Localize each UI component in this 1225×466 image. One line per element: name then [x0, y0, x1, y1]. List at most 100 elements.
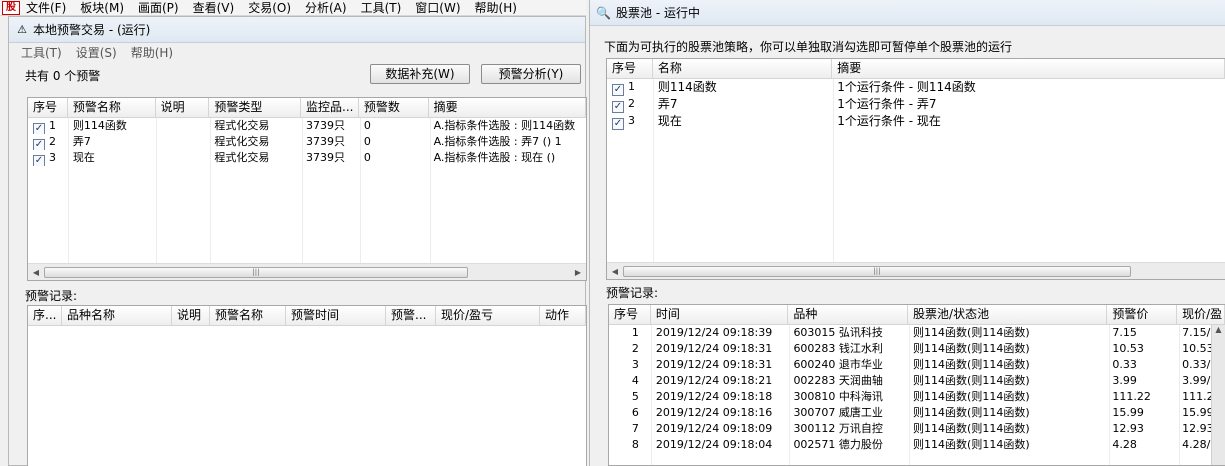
records-vertical-scrollbar[interactable]: ▲ — [1211, 325, 1225, 465]
alerts-horizontal-scrollbar[interactable]: ◀ ||| ▶ — [28, 263, 586, 280]
table-row[interactable]: 5 2019/12/24 09:18:18 300810 中科海讯 则114函数… — [609, 389, 1225, 405]
col-monitor[interactable]: 监控品... — [301, 98, 359, 117]
row-no: 2 — [49, 135, 56, 148]
arrow-left-icon[interactable]: ◀ — [28, 268, 44, 277]
checkbox-checked-icon[interactable]: ✓ — [33, 139, 45, 150]
alerts-table-header: 序号 预警名称 说明 预警类型 监控品... 预警数 摘要 — [28, 98, 586, 118]
arrow-up-icon[interactable]: ▲ — [1212, 325, 1225, 334]
app-logo-icon: 股 — [2, 0, 20, 15]
col-time[interactable]: 时间 — [651, 305, 789, 324]
table-row[interactable]: ✓ 3 现在 程式化交易 3739只 0 A.指标条件选股 : 现在 () — [28, 150, 586, 166]
menu-left-settings[interactable]: 设置(S) — [76, 44, 117, 61]
menu-sector[interactable]: 板块(M) — [80, 0, 124, 16]
table-row[interactable]: ✓ 1 则114函数 1个运行条件 - 则114函数 — [607, 79, 1225, 96]
col-alert-count[interactable]: 预警数 — [359, 98, 429, 117]
pool-horizontal-scrollbar[interactable]: ◀ ||| — [607, 262, 1225, 279]
alert-summary-bar: 共有 0 个预警 数据补充(W) 预警分析(Y) — [9, 61, 585, 87]
col-current-pnl[interactable]: 现价/盈 — [1177, 305, 1225, 324]
table-row[interactable]: ✓ 2 弄7 程式化交易 3739只 0 A.指标条件选股 : 弄7 () 1 — [28, 134, 586, 150]
row-time: 2019/12/24 09:18:18 — [655, 390, 773, 403]
row-no: 1 — [628, 80, 635, 93]
col-stock-name[interactable]: 品种名称 — [62, 306, 172, 325]
col-no[interactable]: 序... — [28, 306, 62, 325]
row-summary: A.指标条件选股 : 则114函数 — [433, 119, 576, 132]
menu-analysis[interactable]: 分析(A) — [305, 0, 347, 16]
col-summary[interactable]: 摘要 — [429, 98, 586, 117]
col-pool-status[interactable]: 股票池/状态池 — [908, 305, 1108, 324]
menu-help[interactable]: 帮助(H) — [475, 0, 517, 16]
row-stock: 300707 威唐工业 — [793, 406, 883, 419]
row-time: 2019/12/24 09:18:31 — [655, 358, 773, 371]
row-price: 3.99 — [1112, 374, 1137, 387]
col-name[interactable]: 名称 — [653, 59, 833, 78]
checkbox-checked-icon[interactable]: ✓ — [612, 101, 624, 113]
col-alert-name[interactable]: 预警名称 — [68, 98, 156, 117]
row-type: 程式化交易 — [214, 151, 270, 164]
alert-analysis-button[interactable]: 预警分析(Y) — [481, 64, 581, 84]
row-no: 7 — [631, 422, 639, 435]
col-stock[interactable]: 品种 — [788, 305, 909, 324]
menu-trade[interactable]: 交易(O) — [248, 0, 291, 16]
col-no[interactable]: 序号 — [28, 98, 68, 117]
menu-screen[interactable]: 画面(P) — [138, 0, 179, 16]
checkbox-checked-icon[interactable]: ✓ — [612, 118, 624, 130]
menu-window[interactable]: 窗口(W) — [415, 0, 460, 16]
col-alert-time[interactable]: 预警时间 — [286, 306, 386, 325]
col-alert-more[interactable]: 预警... — [386, 306, 436, 325]
left-window-titlebar[interactable]: ⚠ 本地预警交易 - (运行) — [9, 17, 585, 43]
row-time: 2019/12/24 09:18:31 — [655, 342, 773, 355]
row-summary: 1个运行条件 - 现在 — [837, 114, 941, 128]
table-row[interactable]: 4 2019/12/24 09:18:21 002283 天润曲轴 则114函数… — [609, 373, 1225, 389]
row-pool: 则114函数(则114函数) — [913, 358, 1030, 371]
row-price: 4.28 — [1112, 438, 1137, 451]
checkbox-checked-icon[interactable]: ✓ — [612, 84, 624, 96]
col-alert-price[interactable]: 预警价 — [1107, 305, 1178, 324]
left-records-label: 预警记录: — [25, 289, 78, 303]
table-row[interactable]: 8 2019/12/24 09:18:04 002571 德力股份 则114函数… — [609, 437, 1225, 453]
row-time: 2019/12/24 09:18:21 — [655, 374, 773, 387]
col-alert-name[interactable]: 预警名称 — [210, 306, 286, 325]
table-row[interactable]: ✓ 3 现在 1个运行条件 - 现在 — [607, 113, 1225, 130]
col-no[interactable]: 序号 — [607, 59, 653, 78]
row-summary: 1个运行条件 - 则114函数 — [837, 80, 976, 94]
row-no: 3 — [628, 114, 635, 127]
arrow-left-icon[interactable]: ◀ — [607, 267, 623, 276]
menu-file[interactable]: 文件(F) — [26, 0, 66, 16]
left-window-menu: 工具(T) 设置(S) 帮助(H) — [9, 43, 585, 61]
table-row[interactable]: ✓ 1 则114函数 程式化交易 3739只 0 A.指标条件选股 : 则114函… — [28, 118, 586, 134]
right-window-title: 股票池 - 运行中 — [616, 6, 700, 20]
table-row[interactable]: 2 2019/12/24 09:18:31 600283 钱江水利 则114函数… — [609, 341, 1225, 357]
row-type: 程式化交易 — [214, 119, 270, 132]
row-price: 0.33 — [1112, 358, 1137, 371]
col-price-pnl[interactable]: 现价/盈亏 — [436, 306, 540, 325]
col-desc[interactable]: 说明 — [156, 98, 210, 117]
checkbox-checked-icon[interactable]: ✓ — [33, 155, 45, 166]
local-alert-window: ⚠ 本地预警交易 - (运行) 工具(T) 设置(S) 帮助(H) 共有 0 个… — [8, 16, 587, 466]
table-row[interactable]: 7 2019/12/24 09:18:09 300112 万讯自控 则114函数… — [609, 421, 1225, 437]
arrow-right-icon[interactable]: ▶ — [570, 268, 586, 277]
right-window-titlebar[interactable]: 🔍 股票池 - 运行中 — [590, 0, 1225, 26]
scrollbar-thumb[interactable]: ||| — [623, 265, 1131, 277]
checkbox-checked-icon[interactable]: ✓ — [33, 123, 45, 134]
col-desc[interactable]: 说明 — [172, 306, 210, 325]
col-no[interactable]: 序号 — [609, 305, 651, 324]
col-summary[interactable]: 摘要 — [832, 59, 1225, 78]
row-no: 3 — [49, 151, 56, 164]
row-pool: 则114函数(则114函数) — [913, 438, 1030, 451]
menu-tools[interactable]: 工具(T) — [361, 0, 402, 16]
scrollbar-thumb[interactable]: ||| — [44, 266, 468, 278]
data-supplement-button[interactable]: 数据补充(W) — [370, 64, 470, 84]
table-row[interactable]: 1 2019/12/24 09:18:39 603015 弘讯科技 则114函数… — [609, 325, 1225, 341]
menu-view[interactable]: 查看(V) — [193, 0, 235, 16]
table-row[interactable]: 3 2019/12/24 09:18:31 600240 退市华业 则114函数… — [609, 357, 1225, 373]
right-records-label: 预警记录: — [606, 286, 659, 300]
col-alert-type[interactable]: 预警类型 — [209, 98, 302, 117]
table-row[interactable]: ✓ 2 弄7 1个运行条件 - 弄7 — [607, 96, 1225, 113]
table-row[interactable]: 6 2019/12/24 09:18:16 300707 威唐工业 则114函数… — [609, 405, 1225, 421]
left-window-title: 本地预警交易 - (运行) — [33, 23, 151, 37]
row-alert-name: 则114函数 — [72, 119, 127, 132]
col-action[interactable]: 动作 — [540, 306, 586, 325]
menu-left-help[interactable]: 帮助(H) — [131, 44, 173, 61]
menu-left-tools[interactable]: 工具(T) — [21, 44, 62, 61]
row-no: 5 — [631, 390, 639, 403]
